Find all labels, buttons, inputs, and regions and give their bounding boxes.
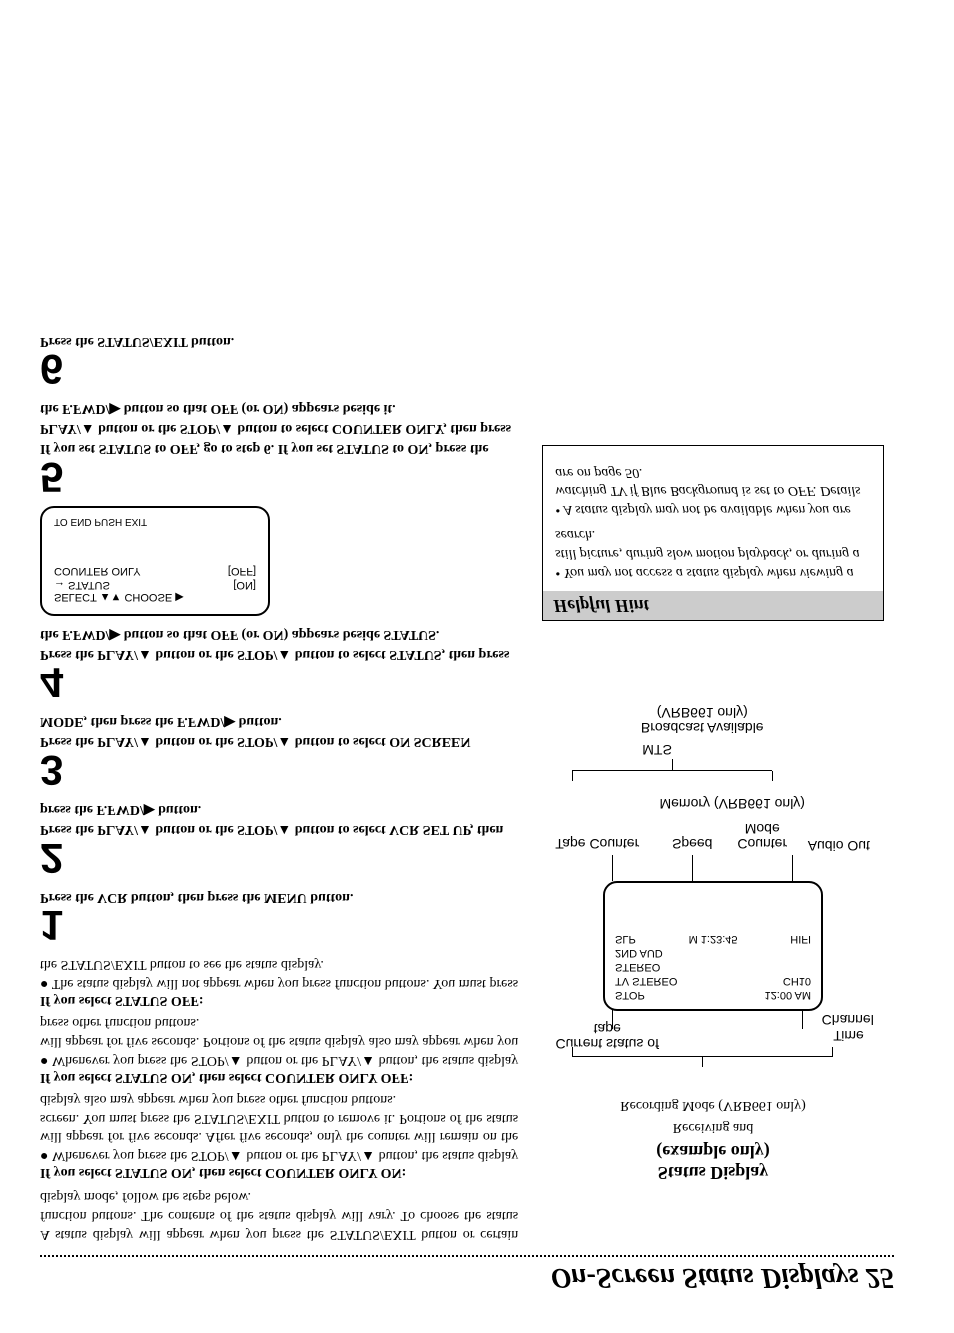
figure-title: Status Display: [542, 1162, 884, 1183]
step-3-text: Press the PLAY/▲ button or the STOP/▲ bu…: [40, 714, 471, 749]
label-mts: MTS: [642, 742, 672, 757]
step-4: 4 Press the PLAY/▲ button or the STOP/▲ …: [40, 624, 518, 702]
step-5-text: If you set STATUS to OFF, go to step 6. …: [40, 401, 511, 456]
label-audio-out: Audio Out: [794, 838, 884, 853]
status-diagram: Current status of tape Time Channel STOP…: [542, 651, 884, 1091]
osd-status-box: STOP 12:00 AM TV STEREO CH10 STEREO 2ND AU…: [603, 881, 823, 1011]
label-broadcast: Broadcast Available (VRB661 only): [612, 704, 792, 735]
label-channel: Channel: [822, 1012, 874, 1027]
step-6: 6 Press the STATUS/EXIT button.: [40, 331, 518, 389]
title-rule: [40, 1255, 894, 1257]
osd-counter-value: [OFF]: [228, 565, 256, 577]
osd-tvstereo: TV STEREO: [615, 975, 677, 987]
osd-slp: SLP: [615, 933, 636, 945]
osd-stop: STOP: [615, 989, 645, 1001]
mode-off-bullet: Whenever you press the STOP/▲ button or …: [40, 1012, 518, 1069]
intro-text: A status display will appear when you pr…: [40, 1186, 518, 1243]
helpful-hint-box: Helpful Hint You may not access a status…: [542, 445, 884, 621]
label-memory: Memory (VRB661 only): [652, 796, 812, 811]
osd-counter: M 1:23:45: [689, 933, 738, 945]
osd-stereo: STEREO: [615, 961, 660, 973]
step-6-number: 6: [40, 351, 518, 389]
figure-note: Receiving and: [542, 1119, 884, 1135]
osd-time: 12:00 AM: [765, 989, 811, 1001]
osd-select-line: SELECT ▲▼ CHOOSE ▶: [54, 591, 256, 604]
osd-status-value: [ON]: [233, 579, 256, 591]
step-6-text: Press the STATUS/EXIT button.: [40, 334, 234, 349]
step-2-number: 2: [40, 839, 518, 877]
mode-on-bullet: Whenever you press the STOP/▲ button or …: [40, 1089, 518, 1165]
mode-off-heading: If you select STATUS ON, then select COU…: [40, 1069, 518, 1085]
label-time: Time: [833, 1028, 864, 1043]
hint-header: Helpful Hint: [543, 591, 883, 620]
step-5: 5 If you set STATUS to OFF, go to step 6…: [40, 398, 518, 495]
osd-menu-screen: SELECT ▲▼ CHOOSE ▶ → STATUS [ON] COUNTER…: [40, 506, 270, 616]
figure-subtitle: (example only): [542, 1141, 884, 1162]
label-counter-mode: Counter Mode: [722, 820, 802, 851]
step-4-text: Press the PLAY/▲ button or the STOP/▲ bu…: [40, 627, 509, 662]
mode-statusoff-heading: If you select STATUS OFF:: [40, 992, 518, 1008]
label-current-status: Current status of tape: [552, 1020, 662, 1051]
page-title: On-Screen Status Displays 25: [40, 1261, 894, 1293]
step-5-number: 5: [40, 458, 518, 496]
step-3: 3 Press the PLAY/▲ button or the STOP/▲ …: [40, 711, 518, 789]
figure-note2: Recording Mode (VRB661 only): [542, 1097, 884, 1113]
step-2: 2 Press the PLAY/▲ button or the STOP/▲ …: [40, 799, 518, 877]
step-1: 1 Press the VCR button, then press the M…: [40, 887, 518, 945]
step-3-number: 3: [40, 751, 518, 789]
hint-bullet-2: A status display may not be available wh…: [555, 462, 871, 519]
osd-counter-label: COUNTER ONLY: [54, 565, 141, 577]
hint-bullet-1: You may not access a status display when…: [555, 524, 871, 581]
osd-2ndaud: 2ND AUD: [615, 947, 663, 959]
step-2-text: Press the PLAY/▲ button or the STOP/▲ bu…: [40, 802, 503, 837]
label-tape-counter: Tape Counter: [552, 836, 642, 851]
step-1-text: Press the VCR button, then press the MEN…: [40, 890, 353, 905]
osd-channel: CH10: [783, 975, 811, 987]
osd-hifi: HIFI: [790, 933, 811, 945]
mode-on-heading: If you select STATUS ON, then select COU…: [40, 1164, 518, 1180]
mode-statusoff-bullet: The status display will not appear when …: [40, 954, 518, 992]
label-speed: Speed: [662, 836, 722, 851]
step-4-number: 4: [40, 664, 518, 702]
step-1-number: 1: [40, 907, 518, 945]
osd-end-line: TO END PUSH EXIT: [54, 516, 147, 527]
osd-status-label: → STATUS: [54, 579, 110, 591]
